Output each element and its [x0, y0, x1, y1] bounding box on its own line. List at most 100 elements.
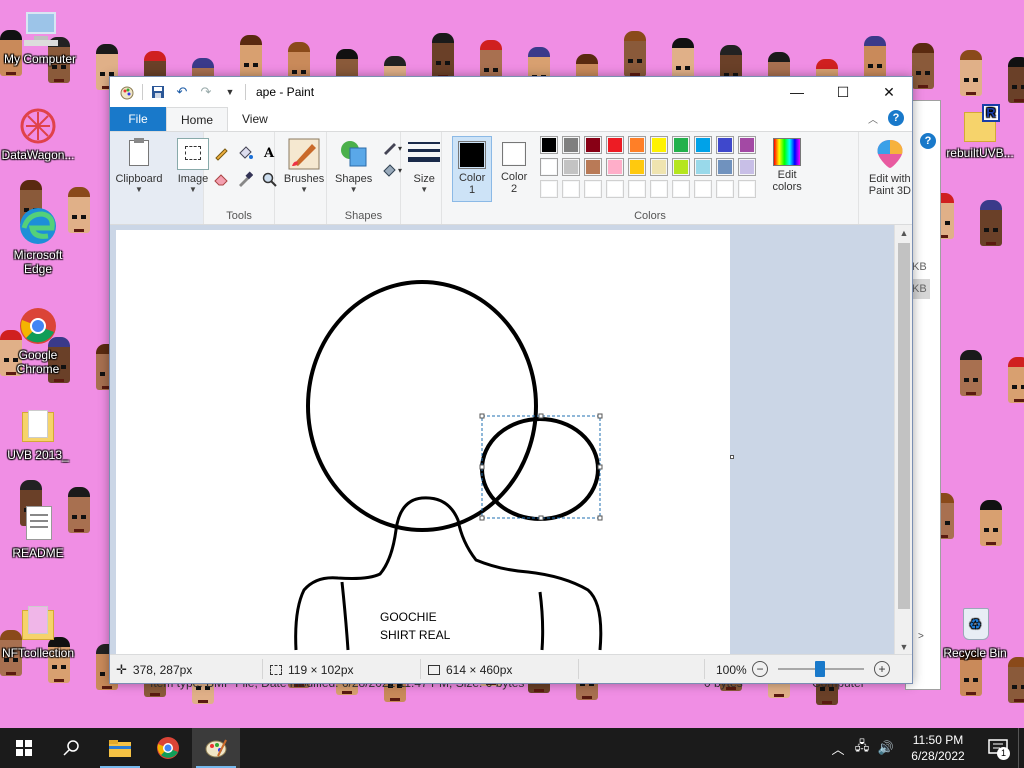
brushes-button[interactable]: Brushes ▼	[279, 136, 329, 204]
save-icon[interactable]	[149, 83, 167, 101]
scroll-right-icon[interactable]: >	[918, 631, 924, 642]
ribbon-right-controls: ︿ ?	[868, 110, 904, 126]
tools-group-label: Tools	[226, 210, 252, 222]
zoom-in-button[interactable]: +	[874, 661, 890, 677]
wallpaper-figure	[980, 500, 1002, 546]
left-arm-line-shape	[340, 581, 350, 651]
color-swatch[interactable]	[584, 136, 603, 154]
color-swatch[interactable]	[628, 158, 647, 176]
vertical-scrollbar[interactable]: ▲ ▼	[894, 225, 912, 655]
color-swatch[interactable]	[694, 158, 713, 176]
color-picker-icon[interactable]	[234, 168, 256, 190]
color-swatch[interactable]	[628, 180, 647, 198]
color-swatch[interactable]	[562, 158, 581, 176]
scroll-up-icon[interactable]: ▲	[895, 225, 913, 241]
selection-size-value: 119 × 102px	[288, 662, 354, 677]
pencil-icon[interactable]	[210, 142, 232, 164]
shapes-button[interactable]: Shapes ▼	[329, 136, 379, 204]
zoom-slider-thumb[interactable]	[815, 661, 825, 677]
desktop-icon-nftcollection[interactable]: NFTcollection	[0, 604, 78, 660]
desktop-icon-uvb-folder[interactable]: UVB 2013_	[0, 406, 78, 462]
undo-icon[interactable]: ↶	[173, 83, 191, 101]
desktop-icon-edge[interactable]: Microsoft Edge	[0, 206, 78, 276]
scroll-down-icon[interactable]: ▼	[895, 639, 913, 655]
help-icon[interactable]: ?	[920, 133, 936, 149]
show-hidden-icons[interactable]: ︿	[826, 728, 850, 768]
taskbar-file-explorer[interactable]	[96, 728, 144, 768]
show-desktop-button[interactable]	[1018, 728, 1024, 768]
color-swatch[interactable]	[606, 158, 625, 176]
customize-toolbar-icon[interactable]: ▼	[221, 83, 239, 101]
paint-window[interactable]: ↶ ↷ ▼ ape - Paint — ☐ ✕ File Home View ︿…	[109, 76, 913, 684]
color-swatch[interactable]	[716, 180, 735, 198]
color-swatch[interactable]	[540, 158, 559, 176]
collapse-ribbon-icon[interactable]: ︿	[868, 111, 878, 126]
start-button[interactable]	[0, 728, 48, 768]
volume-icon[interactable]: 🔊	[874, 728, 898, 768]
color-swatch[interactable]	[738, 180, 757, 198]
tab-home[interactable]: Home	[166, 107, 229, 131]
color-swatch[interactable]	[672, 158, 691, 176]
color-swatch[interactable]	[606, 180, 625, 198]
color-swatch[interactable]	[672, 136, 691, 154]
color-swatch[interactable]	[716, 158, 735, 176]
tab-file[interactable]: File	[110, 107, 166, 131]
drawing-canvas[interactable]: GOOCHIE SHIRT REAL	[116, 230, 730, 655]
fill-bucket-icon[interactable]	[234, 142, 256, 164]
color2-button[interactable]: Color 2	[494, 136, 534, 204]
minimize-button[interactable]: —	[774, 77, 820, 107]
color-swatch[interactable]	[584, 158, 603, 176]
notification-center-button[interactable]: 1	[978, 728, 1018, 768]
canvas-workspace[interactable]: GOOCHIE SHIRT REAL	[110, 225, 896, 655]
desktop-icon-recycle-bin[interactable]: ♻ Recycle Bin	[935, 604, 1015, 660]
color-swatch[interactable]	[562, 136, 581, 154]
color-swatch[interactable]	[540, 136, 559, 154]
desktop-icon-rebuiltuvb[interactable]: R rebuiltUVB...	[940, 104, 1020, 160]
color-swatch[interactable]	[584, 180, 603, 198]
color-swatch[interactable]	[562, 180, 581, 198]
paint-app-icon[interactable]	[118, 83, 136, 101]
color-swatch[interactable]	[672, 180, 691, 198]
color-swatch[interactable]	[738, 158, 757, 176]
search-button[interactable]	[48, 728, 96, 768]
datawagon-icon	[18, 106, 58, 146]
clipboard-label: Clipboard	[115, 173, 163, 185]
eraser-icon[interactable]	[210, 168, 232, 190]
canvas-text-line1: GOOCHIE	[380, 610, 437, 624]
network-icon[interactable]: 🖧	[850, 728, 874, 768]
scrollbar-thumb[interactable]	[898, 243, 910, 609]
help-icon[interactable]: ?	[888, 110, 904, 126]
zoom-out-button[interactable]: −	[752, 661, 768, 677]
color-swatch[interactable]	[650, 180, 669, 198]
color-swatch[interactable]	[606, 136, 625, 154]
canvas-resize-handle[interactable]	[730, 455, 734, 459]
color-swatch[interactable]	[628, 136, 647, 154]
status-divider	[578, 659, 579, 679]
edit-with-paint3d-button[interactable]: Edit with Paint 3D	[861, 136, 919, 204]
color-swatch[interactable]	[540, 180, 559, 198]
desktop-icon-datawagon[interactable]: DataWagon...	[0, 106, 78, 162]
desktop-icon-chrome[interactable]: Google Chrome	[0, 306, 78, 376]
edit-colors-button[interactable]: Edit colors	[764, 136, 810, 204]
color-swatch[interactable]	[738, 136, 757, 154]
brush-icon	[288, 138, 320, 170]
close-button[interactable]: ✕	[866, 77, 912, 107]
tab-view[interactable]: View	[228, 107, 282, 131]
color-swatch[interactable]	[716, 136, 735, 154]
title-bar[interactable]: ↶ ↷ ▼ ape - Paint — ☐ ✕	[110, 77, 912, 107]
redo-icon[interactable]: ↷	[197, 83, 215, 101]
size-button[interactable]: Size ▼	[401, 136, 447, 204]
color-swatch[interactable]	[694, 180, 713, 198]
desktop-icon-readme[interactable]: README	[0, 504, 78, 560]
clipboard-button[interactable]: Clipboard ▼	[114, 136, 164, 204]
color-swatch[interactable]	[650, 158, 669, 176]
desktop-icon-my-computer[interactable]: My Computer	[0, 10, 80, 66]
color1-button[interactable]: Color 1	[452, 136, 493, 202]
status-divider	[420, 659, 421, 679]
maximize-button[interactable]: ☐	[820, 77, 866, 107]
color-swatch[interactable]	[694, 136, 713, 154]
clock[interactable]: 11:50 PM 6/28/2022	[898, 732, 978, 764]
taskbar-chrome[interactable]	[144, 728, 192, 768]
color-swatch[interactable]	[650, 136, 669, 154]
taskbar-paint[interactable]	[192, 728, 240, 768]
